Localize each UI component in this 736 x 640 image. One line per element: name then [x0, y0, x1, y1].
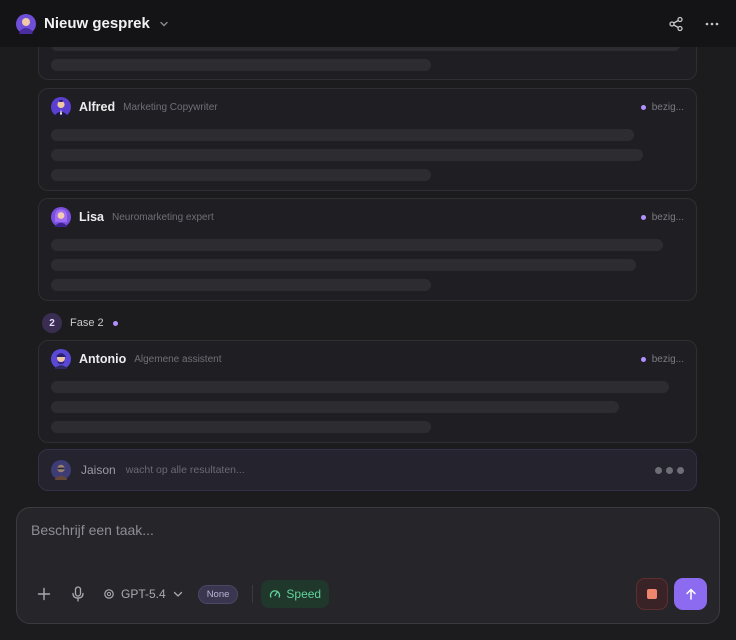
- loading-placeholder-line: [51, 401, 619, 413]
- model-selector[interactable]: GPT-5.4: [103, 587, 184, 601]
- speed-mode-toggle[interactable]: Speed: [261, 580, 330, 608]
- alfred-avatar-icon: [51, 97, 71, 117]
- loading-placeholder-line: [51, 381, 669, 393]
- composer-toolbar: GPT-5.4 None Speed: [37, 580, 330, 608]
- agent-status-text: bezig...: [651, 101, 684, 113]
- agent-status: bezig...: [640, 353, 684, 365]
- agent-status: bezig...: [640, 101, 684, 113]
- agent-role: Marketing Copywriter: [123, 101, 218, 113]
- arrow-up-icon: [685, 588, 696, 600]
- add-attachment-button[interactable]: [37, 587, 51, 601]
- agent-role: Neuromarketing expert: [112, 211, 214, 223]
- speed-mode-label: Speed: [286, 587, 322, 601]
- jaison-avatar-icon: [51, 460, 71, 480]
- agent-name: Jaison: [81, 463, 116, 477]
- loading-placeholder-line: [51, 129, 634, 141]
- stop-icon: [647, 589, 657, 599]
- stop-button[interactable]: [636, 578, 668, 610]
- phase-number-badge: 2: [42, 313, 62, 333]
- plus-icon: [37, 587, 51, 601]
- conversation-scroll-area[interactable]: Alfred Marketing Copywriter bezig... Lis…: [0, 47, 736, 507]
- agent-name: Alfred: [79, 100, 116, 114]
- chevron-down-icon[interactable]: [158, 18, 170, 30]
- toolbar-divider: [252, 585, 254, 603]
- lisa-avatar-icon: [51, 207, 71, 227]
- assistant-avatar-icon: [16, 13, 36, 34]
- loading-placeholder-line: [51, 59, 431, 71]
- task-input[interactable]: [31, 522, 691, 538]
- status-dot-icon: [640, 104, 646, 110]
- loading-placeholder-line: [51, 421, 431, 433]
- antonio-avatar-icon: [51, 349, 71, 369]
- share-icon[interactable]: [668, 16, 684, 32]
- agent-name: Lisa: [79, 210, 105, 224]
- agent-card-alfred: Alfred Marketing Copywriter bezig...: [38, 88, 697, 191]
- conversation-title[interactable]: Nieuw gesprek: [44, 15, 150, 32]
- microphone-icon: [72, 586, 84, 602]
- message-composer: GPT-5.4 None Speed: [16, 507, 720, 624]
- speedometer-icon: [270, 590, 281, 598]
- agent-card-jaison-waiting: Jaison wacht op alle resultaten...: [38, 449, 697, 491]
- agent-status: bezig...: [640, 211, 684, 223]
- loading-placeholder-line: [51, 279, 431, 291]
- loading-placeholder-line: [51, 149, 643, 161]
- phase-status-dot-icon: [112, 320, 118, 326]
- more-options-icon[interactable]: [704, 16, 720, 32]
- chevron-down-icon: [173, 591, 182, 597]
- phase-label: 2 Fase 2: [42, 313, 118, 333]
- phase-title: Fase 2: [70, 317, 104, 329]
- send-button[interactable]: [674, 578, 707, 610]
- model-name: GPT-5.4: [121, 587, 166, 601]
- loading-placeholder-line: [51, 169, 431, 181]
- openai-icon: [104, 589, 114, 599]
- loading-placeholder-line: [51, 259, 636, 271]
- agent-waiting-text: wacht op alle resultaten...: [125, 464, 245, 476]
- agent-role: Algemene assistent: [134, 353, 222, 365]
- agent-card-antonio: Antonio Algemene assistent bezig...: [38, 340, 697, 443]
- agent-status-text: bezig...: [651, 211, 684, 223]
- loading-placeholder-line: [51, 47, 680, 51]
- agent-status-text: bezig...: [651, 353, 684, 365]
- voice-input-button[interactable]: [71, 586, 85, 602]
- agent-name: Antonio: [79, 352, 127, 366]
- reasoning-effort-badge[interactable]: None: [197, 584, 239, 604]
- status-dot-icon: [640, 214, 646, 220]
- typing-dots-icon: [655, 466, 684, 474]
- status-dot-icon: [640, 356, 646, 362]
- loading-placeholder-line: [51, 239, 663, 251]
- top-bar: Nieuw gesprek: [0, 0, 736, 47]
- agent-card-partial: [38, 47, 697, 80]
- agent-card-lisa: Lisa Neuromarketing expert bezig...: [38, 198, 697, 301]
